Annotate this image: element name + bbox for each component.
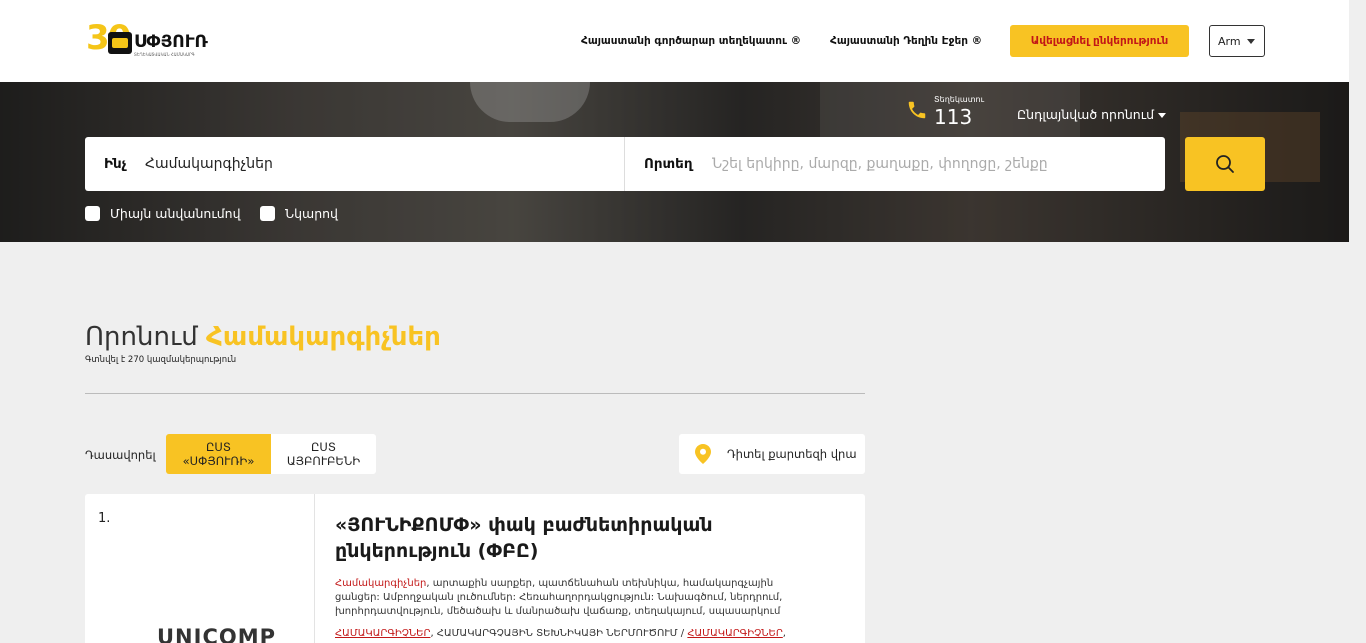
results-count: Գտնվել է 270 կազմակերպություն <box>85 355 237 365</box>
results-title: Որոնում Համակարգիչներ <box>85 322 441 352</box>
search-form: Ինչ Որտեղ <box>85 137 1165 191</box>
logo-tagline: ՏԵՂԵԿԱՏՎԱԿԱՆ ՀԱՄԱԿԱՐԳ <box>134 52 195 57</box>
search-button[interactable] <box>1185 137 1265 191</box>
company-description: Համակարգիչներ, արտաքին սարքեր, պատճենահա… <box>335 578 783 617</box>
what-input[interactable] <box>145 152 605 176</box>
language-select[interactable]: Arm <box>1209 25 1265 57</box>
sort-alphabetical-button[interactable]: ԸՍՏ ԱՅԲՈՒԲԵՆԻ <box>271 434 376 474</box>
reference-number[interactable]: 113 <box>934 105 972 129</box>
sort-label: Դասավորել <box>85 448 156 462</box>
advanced-search-toggle[interactable]: Ընդլայնված որոնում <box>1017 107 1154 122</box>
reference-label: Տեղեկատու <box>934 95 985 104</box>
nav-business-directory[interactable]: Հայաստանի գործարար տեղեկատու ® <box>581 35 801 47</box>
checkbox[interactable] <box>260 206 275 221</box>
filter-name-only[interactable]: Միայն անվանումով <box>85 206 241 221</box>
chevron-down-icon <box>1247 39 1255 44</box>
add-company-button[interactable]: Ավելացնել ընկերություն <box>1010 25 1189 57</box>
company-logo[interactable]: UNICOMP <box>157 625 276 643</box>
company-name[interactable]: «ՅՈՒՆԻՔՈՄՓ» փակ բաժնետիրական ընկերությու… <box>335 512 805 564</box>
view-on-map-label: Դիտել քարտեզի վրա <box>727 447 857 461</box>
nav-yellow-pages[interactable]: Հայաստանի Դեղին Էջեր ® <box>830 35 982 47</box>
results-prefix: Որոնում <box>85 322 198 352</box>
result-index: 1. <box>98 511 111 526</box>
sort-by-spyur-button[interactable]: ԸՍՏ «ՍՓՅՈՒՌԻ» <box>166 434 271 474</box>
description-keyword: Համակարգիչներ <box>335 578 427 589</box>
company-categories: ՀԱՄԱԿԱՐԳԻՉՆԵՐ, ՀԱՄԱԿԱՐԳՉԱՅԻՆ ՏԵԽՆԻԿԱՅԻ Ն… <box>335 628 786 639</box>
chevron-down-icon <box>1158 113 1166 118</box>
site-header: 30 ՍՓՅՈՒՌ ՏԵՂԵԿԱՏՎԱԿԱՆ ՀԱՄԱԿԱՐԳ Հայաստան… <box>0 0 1349 82</box>
results-query: Համակարգիչներ <box>206 322 441 352</box>
view-on-map-button[interactable]: Դիտել քարտեզի վրա <box>679 434 865 474</box>
category-link[interactable]: ՀԱՄԱԿԱՐԳԻՉՆԵՐ <box>687 628 782 639</box>
phone-icon <box>908 101 926 119</box>
divider <box>85 393 865 394</box>
filter-with-image[interactable]: Նկարով <box>260 206 338 221</box>
logo-badge-icon <box>108 32 132 54</box>
map-pin-icon <box>695 444 711 464</box>
result-card[interactable]: 1. UNICOMP «ՅՈՒՆԻՔՈՄՓ» փակ բաժնետիրական … <box>85 494 865 643</box>
filter-name-only-label: Միայն անվանումով <box>110 206 241 221</box>
language-value: Arm <box>1218 34 1241 48</box>
where-label: Որտեղ <box>644 156 693 172</box>
checkbox[interactable] <box>85 206 100 221</box>
logo-brand-text: ՍՓՅՈՒՌ <box>134 32 208 52</box>
filter-with-image-label: Նկարով <box>285 206 338 221</box>
what-label: Ինչ <box>104 156 127 172</box>
site-logo[interactable]: 30 ՍՓՅՈՒՌ ՏԵՂԵԿԱՏՎԱԿԱՆ ՀԱՄԱԿԱՐԳ <box>86 18 208 60</box>
search-icon <box>1216 155 1234 173</box>
category-link[interactable]: ՀԱՄԱԿԱՐԳԻՉՆԵՐ <box>335 628 430 639</box>
where-input[interactable] <box>712 152 1152 176</box>
